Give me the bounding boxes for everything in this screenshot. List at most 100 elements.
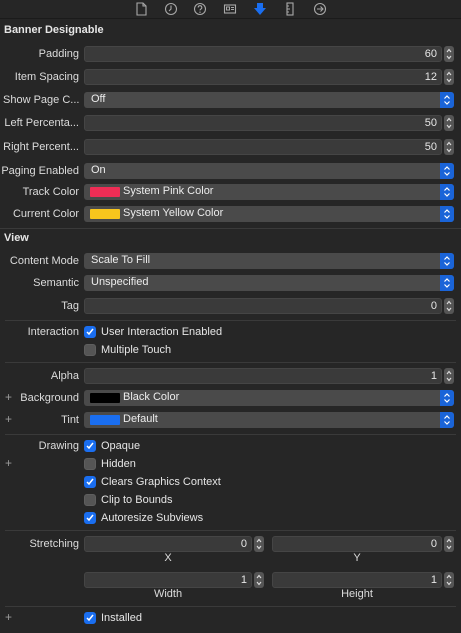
background-color-popup[interactable]: Black Color [84, 390, 454, 406]
section-divider [5, 320, 456, 321]
left-percentage-label: Left Percenta... [4, 117, 79, 129]
checkbox-checked-icon [84, 476, 96, 488]
stretching-width-field[interactable]: 1 [84, 572, 252, 588]
checkbox-checked-icon [84, 512, 96, 524]
history-icon[interactable] [163, 1, 179, 17]
stretching-height-stepper[interactable] [444, 572, 454, 588]
attributes-icon[interactable] [252, 1, 268, 17]
alpha-field[interactable]: 1 [84, 368, 442, 384]
right-percentage-stepper[interactable] [444, 139, 454, 155]
track-color-label: Track Color [22, 186, 79, 198]
checkbox-unchecked-icon [84, 494, 96, 506]
semantic-value: Unspecified [91, 276, 149, 288]
tag-label: Tag [61, 300, 79, 312]
installed-checkbox[interactable]: Installed [84, 611, 142, 625]
item-spacing-value: 12 [424, 71, 437, 83]
item-spacing-label: Item Spacing [14, 71, 79, 83]
stretching-height-value: 1 [430, 574, 437, 586]
size-icon[interactable] [282, 1, 298, 17]
paging-enabled-label: Paging Enabled [1, 165, 79, 177]
right-percentage-label: Right Percent... [3, 141, 79, 153]
popup-arrows-icon [440, 390, 454, 406]
right-percentage-value: 50 [424, 141, 437, 153]
tag-stepper[interactable] [444, 298, 454, 314]
stretching-y-field[interactable]: 0 [272, 536, 442, 552]
user-interaction-checkbox[interactable]: User Interaction Enabled [84, 325, 222, 339]
show-page-control-popup[interactable]: Off [84, 92, 454, 108]
tag-value: 0 [430, 300, 437, 312]
multiple-touch-checkbox[interactable]: Multiple Touch [84, 343, 171, 357]
tint-color-swatch [90, 415, 120, 425]
padding-stepper[interactable] [444, 46, 454, 62]
background-color-value: Black Color [123, 391, 180, 403]
stretching-x-caption: X [164, 552, 172, 564]
alpha-stepper[interactable] [444, 368, 454, 384]
popup-arrows-icon [440, 412, 454, 428]
stretching-x-field[interactable]: 0 [84, 536, 252, 552]
alpha-label: Alpha [50, 370, 79, 382]
right-percentage-field[interactable]: 50 [84, 139, 442, 155]
track-color-popup[interactable]: System Pink Color [84, 184, 454, 200]
connections-icon[interactable] [312, 1, 328, 17]
stretching-x-stepper[interactable] [254, 536, 264, 552]
clears-graphics-context-checkbox[interactable]: Clears Graphics Context [84, 475, 221, 489]
interaction-label: Interaction [27, 326, 79, 338]
popup-arrows-icon [440, 206, 454, 222]
current-color-swatch [90, 209, 120, 219]
padding-field[interactable]: 60 [84, 46, 442, 62]
hidden-text: Hidden [101, 458, 136, 470]
clip-to-bounds-checkbox[interactable]: Clip to Bounds [84, 493, 173, 507]
section-divider [5, 434, 456, 435]
stretching-y-caption: Y [353, 552, 361, 564]
stretching-x-value: 0 [240, 538, 247, 550]
current-color-popup[interactable]: System Yellow Color [84, 206, 454, 222]
left-percentage-stepper[interactable] [444, 115, 454, 131]
item-spacing-stepper[interactable] [444, 69, 454, 85]
autoresize-subviews-text: Autoresize Subviews [101, 512, 204, 524]
hidden-checkbox[interactable]: Hidden [84, 457, 136, 471]
user-interaction-text: User Interaction Enabled [101, 326, 223, 338]
opaque-checkbox[interactable]: Opaque [84, 439, 140, 453]
add-variation-plus-icon[interactable]: + [5, 390, 12, 404]
stretching-y-value: 0 [430, 538, 437, 550]
content-mode-label: Content Mode [9, 255, 79, 267]
current-color-value: System Yellow Color [123, 207, 224, 219]
popup-arrows-icon [440, 275, 454, 291]
background-color-swatch [90, 393, 120, 403]
banner-section-title: Banner Designable [4, 24, 104, 36]
content-mode-popup[interactable]: Scale To Fill [84, 253, 454, 269]
popup-arrows-icon [440, 163, 454, 179]
show-page-control-value: Off [91, 93, 106, 105]
view-section-title: View [4, 232, 29, 244]
stretching-width-stepper[interactable] [254, 572, 264, 588]
checkbox-checked-icon [84, 612, 96, 624]
paging-enabled-popup[interactable]: On [84, 163, 454, 179]
semantic-label: Semantic [33, 277, 79, 289]
left-percentage-field[interactable]: 50 [84, 115, 442, 131]
track-color-value: System Pink Color [123, 185, 214, 197]
multiple-touch-text: Multiple Touch [101, 344, 172, 356]
checkbox-checked-icon [84, 440, 96, 452]
help-icon[interactable] [192, 1, 208, 17]
file-inspector-icon[interactable] [133, 1, 149, 17]
stretching-label: Stretching [29, 538, 79, 550]
add-variation-plus-icon[interactable]: + [5, 610, 12, 624]
background-label: Background [20, 392, 79, 404]
stretching-y-stepper[interactable] [444, 536, 454, 552]
semantic-popup[interactable]: Unspecified [84, 275, 454, 291]
inspector-toolbar [0, 0, 461, 19]
identity-icon[interactable] [222, 1, 238, 17]
section-divider [5, 606, 456, 607]
content-mode-value: Scale To Fill [91, 254, 151, 266]
autoresize-subviews-checkbox[interactable]: Autoresize Subviews [84, 511, 203, 525]
tint-color-popup[interactable]: Default [84, 412, 454, 428]
stretching-height-field[interactable]: 1 [272, 572, 442, 588]
tag-field[interactable]: 0 [84, 298, 442, 314]
section-divider [0, 228, 461, 229]
add-variation-plus-icon[interactable]: + [5, 456, 12, 470]
popup-arrows-icon [440, 92, 454, 108]
add-variation-plus-icon[interactable]: + [5, 412, 12, 426]
stretching-width-value: 1 [240, 574, 247, 586]
checkbox-checked-icon [84, 326, 96, 338]
item-spacing-field[interactable]: 12 [84, 69, 442, 85]
